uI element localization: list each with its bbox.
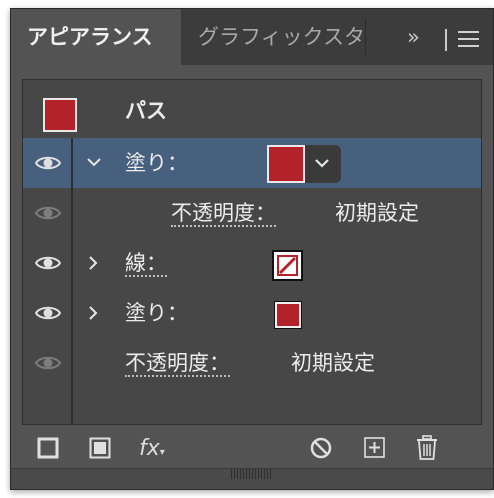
path-header-row[interactable]: パス: [23, 80, 481, 138]
add-new-fill-icon[interactable]: [89, 429, 111, 469]
stroke-label-text: 線：: [125, 251, 167, 277]
tab-divider: [365, 19, 366, 55]
hamburger-menu-icon[interactable]: [458, 30, 479, 48]
tab-graphic-styles[interactable]: グラフィックスタ: [182, 9, 365, 65]
fill-color-control[interactable]: [267, 145, 341, 183]
eye-icon: [35, 356, 61, 370]
opacity-row-2[interactable]: 不透明度： 初期設定: [23, 338, 481, 388]
chevron-right-icon[interactable]: [88, 256, 98, 270]
opacity-row-1[interactable]: 不透明度： 初期設定: [23, 188, 481, 238]
path-thumbnail-swatch: [43, 98, 77, 132]
opacity-value: 初期設定: [335, 201, 419, 225]
fill-color-swatch[interactable]: [274, 301, 302, 329]
column-divider: [71, 388, 73, 424]
visibility-toggle[interactable]: [23, 188, 73, 238]
toolbar-divider: [445, 29, 447, 51]
opacity-label[interactable]: 不透明度：: [171, 188, 276, 238]
chevron-down-icon[interactable]: [87, 157, 101, 167]
fill-dropdown-button[interactable]: [305, 145, 341, 183]
opacity-label-text: 不透明度：: [171, 201, 276, 227]
duplicate-item-icon[interactable]: [363, 429, 387, 469]
stroke-row[interactable]: 線：: [23, 238, 481, 288]
visibility-toggle[interactable]: [23, 338, 73, 388]
fill-label: 塗り：: [125, 301, 188, 325]
fx-dropdown-marker: ▾: [159, 447, 165, 458]
appearance-panel: アピアランス グラフィックスタ » パス 塗り： 不透明度： 初期設定 線： 塗…: [10, 8, 494, 490]
opacity-label[interactable]: 不透明度：: [125, 338, 230, 388]
visibility-toggle[interactable]: [23, 288, 73, 338]
eye-icon: [35, 206, 61, 220]
no-stroke-slash-icon: [277, 255, 298, 276]
stroke-color-swatch[interactable]: [272, 250, 303, 281]
eye-icon: [35, 306, 61, 320]
add-new-effect-icon[interactable]: fx▾: [139, 429, 165, 469]
fill-color-swatch[interactable]: [267, 145, 305, 183]
opacity-label-text: 不透明度：: [125, 351, 230, 377]
path-title: パス: [125, 99, 167, 123]
opacity-value: 初期設定: [291, 351, 375, 375]
trash-icon[interactable]: [415, 429, 439, 469]
chevron-right-icon[interactable]: [88, 306, 98, 320]
visibility-toggle[interactable]: [23, 138, 73, 188]
fill-row-2[interactable]: 塗り：: [23, 288, 481, 338]
appearance-list: パス 塗り： 不透明度： 初期設定 線： 塗り： 不透明度： 初期設定: [22, 79, 482, 425]
resize-grip-icon[interactable]: [231, 469, 271, 479]
visibility-toggle[interactable]: [23, 238, 73, 288]
tab-appearance[interactable]: アピアランス: [11, 9, 181, 65]
tab-overflow-button[interactable]: »: [407, 9, 420, 65]
tab-bar: アピアランス グラフィックスタ »: [11, 9, 493, 65]
fill-label: 塗り：: [125, 151, 188, 175]
bottom-toolbar: fx▾: [11, 429, 493, 469]
fx-label: fx: [139, 436, 160, 461]
add-new-stroke-icon[interactable]: [37, 429, 59, 469]
fill-row-1[interactable]: 塗り：: [23, 138, 481, 188]
eye-icon: [35, 256, 61, 270]
stroke-label[interactable]: 線：: [125, 238, 167, 288]
clear-appearance-icon[interactable]: [309, 429, 333, 469]
chevron-down-icon: [315, 159, 329, 168]
eye-icon: [35, 156, 61, 170]
